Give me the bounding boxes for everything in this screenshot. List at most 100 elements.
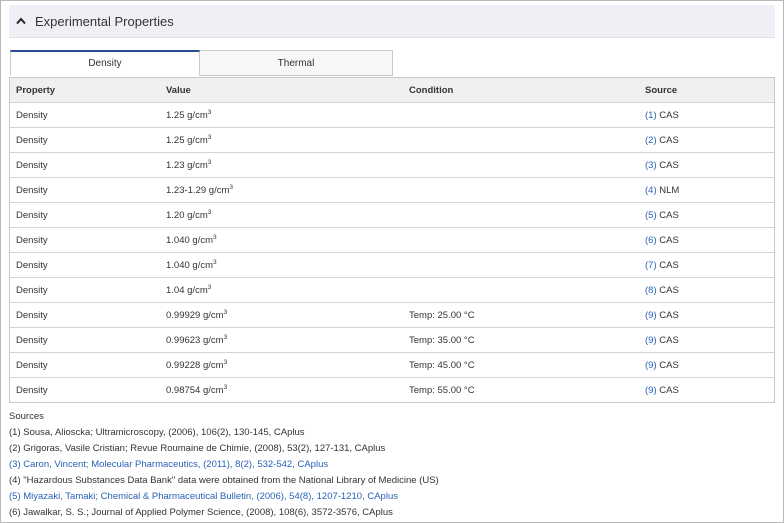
value-unit-exponent: 3 <box>207 158 212 166</box>
table-row: Density 0.99929 g/cm3 Temp: 25.00 °C (9) CA… <box>10 302 774 328</box>
value-number: 0.99929 <box>166 309 201 321</box>
value-unit-exponent: 3 <box>213 233 217 241</box>
section-header[interactable]: Experimental Properties <box>9 5 775 38</box>
value-number: 1.20 <box>166 209 185 221</box>
value-unit: g/cm <box>187 109 208 121</box>
cell-property: Density <box>16 384 48 396</box>
source-name: CAS <box>659 259 679 271</box>
cell-property: Density <box>10 177 160 203</box>
value-unit: g/cm <box>192 234 214 246</box>
cell-source: (2) CAS <box>639 127 774 153</box>
value-number: 1.23-1.29 <box>166 184 207 196</box>
value-unit-exponent: 3 <box>207 133 212 141</box>
table-row: Density 1.25 g/cm3 (1) CAS <box>10 102 774 128</box>
source-name: CAS <box>659 209 679 221</box>
value-number: 0.98754 <box>166 384 201 396</box>
value-unit-exponent: 3 <box>223 383 228 391</box>
column-header-condition: Condition <box>403 78 639 103</box>
source-name: CAS <box>659 359 679 371</box>
cell-source: (9) CAS <box>639 352 774 378</box>
column-header-property: Property <box>10 78 160 103</box>
source-ref-link[interactable]: (9) <box>645 335 657 346</box>
table-row: Density 1.25 g/cm3 (2) CAS <box>10 127 774 153</box>
source-name: CAS <box>659 234 679 246</box>
source-ref-link[interactable]: (1) <box>645 110 657 121</box>
cell-source: (9) CAS <box>639 378 774 403</box>
cell-source: (9) CAS <box>639 302 774 328</box>
density-table: Property Value Condition Source Density 1… <box>9 77 775 403</box>
source-item: (2) Grigoras, Vasile Cristian; Revue Rou… <box>9 443 386 454</box>
value-unit-exponent: 3 <box>213 258 217 266</box>
table-row: Density 1.23 g/cm3 (3) CAS <box>10 152 774 178</box>
section-title: Experimental Properties <box>35 13 174 29</box>
cell-condition <box>403 152 639 178</box>
experimental-properties-panel: Experimental Properties Density Thermal … <box>0 0 784 523</box>
cell-source: (9) CAS <box>639 327 774 353</box>
source-ref-link[interactable]: (9) <box>645 360 657 371</box>
cell-value: 1.040 g/cm3 <box>160 252 403 278</box>
source-item: (4) "Hazardous Substances Data Bank" dat… <box>9 475 439 486</box>
value-unit-exponent: 3 <box>223 333 228 341</box>
cell-value: 1.23-1.29 g/cm3 <box>160 177 403 203</box>
cell-source: (4) NLM <box>639 177 774 203</box>
value-number: 0.99623 <box>166 334 201 346</box>
cell-condition <box>403 252 639 278</box>
value-number: 1.25 <box>166 134 185 146</box>
source-ref-link[interactable]: (9) <box>645 385 657 396</box>
cell-value: 1.25 g/cm3 <box>160 102 403 128</box>
column-header-source: Source <box>639 78 774 103</box>
source-ref-link[interactable]: (7) <box>645 260 657 271</box>
value-unit: g/cm <box>208 184 230 196</box>
table-header-row: Property Value Condition Source <box>10 78 774 103</box>
cell-property: Density <box>10 127 160 153</box>
source-item[interactable]: (5) Miyazaki, Tamaki; Chemical & Pharmac… <box>9 489 775 505</box>
cell-value: 1.23 g/cm3 <box>160 152 403 178</box>
source-ref-link[interactable]: (2) <box>645 135 657 146</box>
cell-property: Density <box>10 302 160 328</box>
value-number: 1.040 <box>166 259 190 271</box>
sources-list: Sources (1) Sousa, Alioscka; Ultramicros… <box>9 409 775 521</box>
source-name: NLM <box>659 184 680 196</box>
value-unit: g/cm <box>202 309 224 321</box>
cell-value: 1.20 g/cm3 <box>160 202 403 228</box>
cell-property: Density <box>10 252 160 278</box>
value-unit: g/cm <box>202 384 224 396</box>
value-unit-exponent: 3 <box>207 208 212 216</box>
cell-condition <box>403 227 639 253</box>
source-ref-link[interactable]: (4) <box>645 185 657 196</box>
source-ref-link[interactable]: (3) <box>645 160 657 171</box>
cell-source: (5) CAS <box>639 202 774 228</box>
source-name: CAS <box>659 109 679 121</box>
value-number: 1.25 <box>166 109 185 121</box>
cell-condition <box>403 127 639 153</box>
cell-property: Density <box>10 277 160 303</box>
value-unit-exponent: 3 <box>223 358 228 366</box>
value-number: 1.040 <box>166 234 190 246</box>
cell-condition: Temp: 55.00 °C <box>409 384 475 396</box>
value-number: 1.23 <box>166 159 185 171</box>
source-ref-link[interactable]: (6) <box>645 235 657 246</box>
table-row: Density 0.99228 g/cm3 Temp: 45.00 °C (9) CA… <box>10 352 774 378</box>
tab-density[interactable]: Density <box>10 50 200 76</box>
value-unit: g/cm <box>192 259 214 271</box>
source-ref-link[interactable]: (5) <box>645 210 657 221</box>
source-ref-link[interactable]: (8) <box>645 285 657 296</box>
cell-value: 0.99228 g/cm3 <box>160 352 403 378</box>
column-header-value: Value <box>160 78 403 103</box>
cell-condition: Temp: 45.00 °C <box>403 352 639 378</box>
chevron-up-icon[interactable] <box>13 13 29 29</box>
cell-condition <box>403 102 639 128</box>
cell-property: Density <box>10 202 160 228</box>
value-unit-exponent: 3 <box>207 108 212 116</box>
value-number: 1.04 <box>166 284 185 296</box>
value-number: 0.99228 <box>166 359 201 371</box>
value-unit: g/cm <box>187 209 208 221</box>
table-row: Density 1.20 g/cm3 (5) CAS <box>10 202 774 228</box>
table-row: Density 0.98754 g/cm3 Temp: 55.00 °C (9) CA… <box>10 378 774 403</box>
source-ref-link[interactable]: (9) <box>645 310 657 321</box>
tab-thermal[interactable]: Thermal <box>200 50 393 76</box>
source-item[interactable]: (3) Caron, Vincent; Molecular Pharmaceut… <box>9 457 775 473</box>
cell-property: Density <box>10 352 160 378</box>
cell-value: 0.98754 g/cm3 <box>160 378 403 403</box>
source-name: CAS <box>659 284 679 296</box>
